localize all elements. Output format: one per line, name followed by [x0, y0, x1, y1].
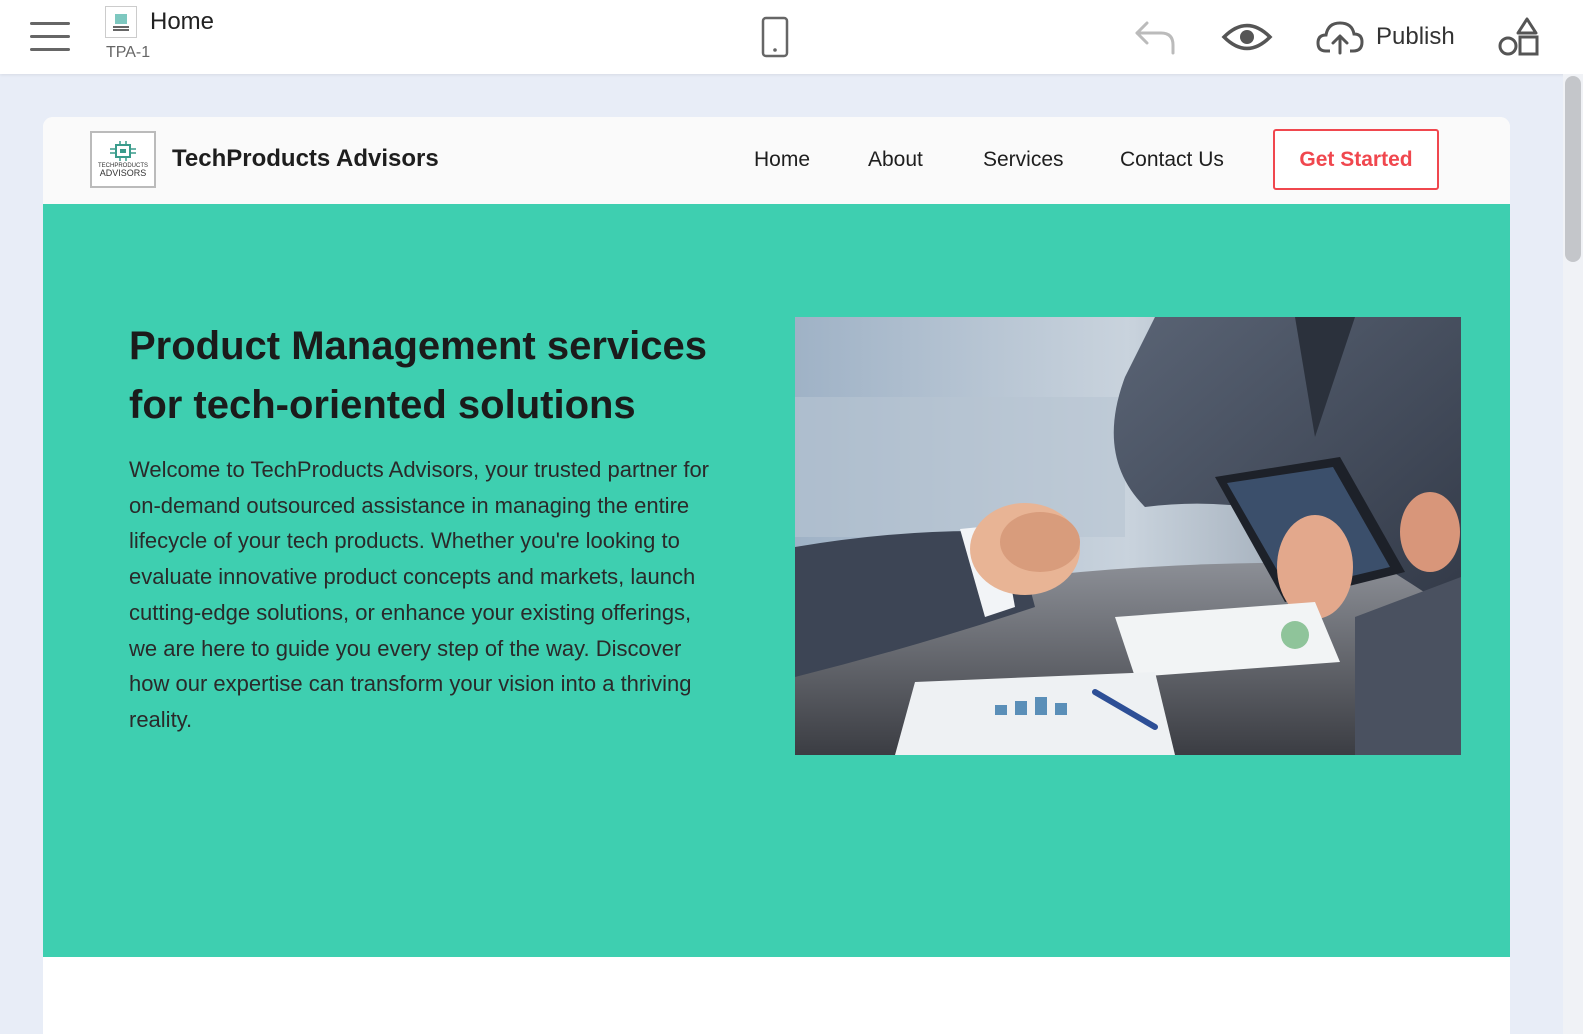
mobile-phone-icon[interactable] — [760, 14, 790, 60]
site-preview: TECHPRODUCTS ADVISORS TechProducts Advis… — [43, 117, 1510, 1034]
logo-text-bottom: ADVISORS — [99, 168, 147, 178]
editor-toolbar: Home TPA-1 Publish — [0, 0, 1583, 74]
nav-link-contact[interactable]: Contact Us — [1120, 148, 1224, 172]
hero-body: Welcome to TechProducts Advisors, your t… — [129, 457, 710, 732]
circuit-logo-icon — [110, 141, 136, 161]
undo-icon[interactable] — [1133, 14, 1177, 60]
publish-button[interactable]: Publish — [1316, 14, 1455, 60]
publish-label: Publish — [1376, 23, 1455, 50]
shapes-icon[interactable] — [1496, 14, 1540, 60]
hero-title: Product Management services for tech-ori… — [129, 324, 707, 427]
nav-link-home[interactable]: Home — [754, 148, 810, 172]
site-logo[interactable]: TECHPRODUCTS ADVISORS — [90, 131, 156, 188]
handshake-photo — [795, 317, 1461, 755]
page-thumbnail[interactable] — [105, 6, 137, 38]
site-header: TECHPRODUCTS ADVISORS TechProducts Advis… — [43, 117, 1510, 204]
nav-link-about[interactable]: About — [868, 148, 923, 172]
scrollbar-thumb[interactable] — [1565, 76, 1581, 262]
hamburger-icon[interactable] — [30, 22, 70, 54]
hero-image[interactable] — [795, 317, 1461, 755]
brand-name[interactable]: TechProducts Advisors — [172, 145, 439, 173]
eye-icon[interactable] — [1221, 14, 1273, 60]
page-title[interactable]: Home — [150, 8, 214, 36]
get-started-button[interactable]: Get Started — [1273, 129, 1439, 190]
hero-section: Product Management services for tech-ori… — [43, 204, 1510, 957]
cloud-upload-icon — [1316, 21, 1364, 55]
nav-link-services[interactable]: Services — [983, 148, 1064, 172]
page-id: TPA-1 — [106, 44, 151, 61]
